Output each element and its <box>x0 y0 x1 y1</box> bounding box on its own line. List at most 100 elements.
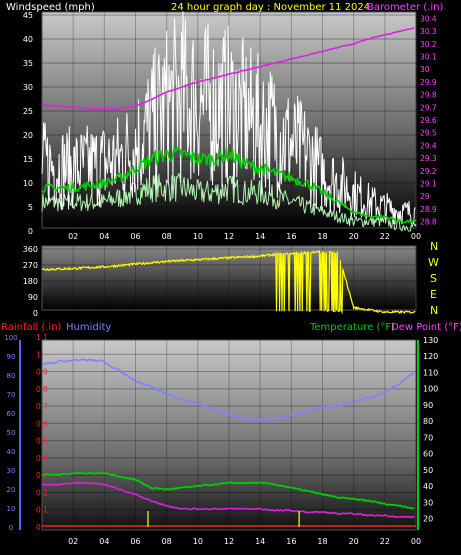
barometer-tick-label: 29.8 <box>420 91 437 100</box>
wind-x-tick-label: 22 <box>380 232 390 241</box>
humidity-x-tick-label: 06 <box>130 537 140 546</box>
compass-label-e: E <box>430 288 437 301</box>
wind-tick-label: 40 <box>23 35 33 44</box>
rain-tick-label: 0.9 <box>36 368 48 377</box>
barometer-tick-label: 29.9 <box>420 78 437 87</box>
temperature-tick-label: 20 <box>423 515 433 524</box>
rain-tick-label: 0.2 <box>36 488 48 497</box>
humidity-axis-title: Humidity <box>66 322 111 333</box>
wind-tick-label: 15 <box>23 155 33 164</box>
humidity-tick-label: 0 <box>9 524 13 532</box>
windspeed-axis-title: Windspeed (mph) <box>6 2 95 13</box>
compass-label-s: S <box>430 272 437 285</box>
humidity-x-tick-label: 16 <box>286 537 296 546</box>
temperature-tick-label: 90 <box>423 401 433 410</box>
wind-tick-label: 30 <box>23 83 33 92</box>
humidity-tick-label: 80 <box>7 372 16 380</box>
wind-x-tick-label: 14 <box>255 232 265 241</box>
direction-tick-label: 0 <box>33 309 38 318</box>
humidity-x-tick-label: 12 <box>224 537 234 546</box>
wind-tick-label: 35 <box>23 59 33 68</box>
weather-graph: 05101520253035404528.828.92929.129.229.3… <box>1 2 461 546</box>
temperature-tick-label: 130 <box>423 336 438 345</box>
barometer-tick-label: 29.5 <box>420 129 437 138</box>
temperature-tick-label: 60 <box>423 450 433 459</box>
barometer-tick-label: 29.6 <box>420 116 437 125</box>
wind-tick-label: 5 <box>28 203 33 212</box>
temperature-tick-label: 120 <box>423 352 438 361</box>
humidity-x-tick-label: 22 <box>380 537 390 546</box>
humidity-tick-label: 20 <box>7 486 16 494</box>
humidity-tick-label: 10 <box>7 505 16 513</box>
humidity-x-tick-label: 10 <box>193 537 203 546</box>
rain-tick-label: 0.8 <box>36 385 48 394</box>
direction-tick-label: 90 <box>28 293 38 302</box>
temperature-tick-label: 80 <box>423 417 433 426</box>
humidity-x-tick-label: 04 <box>99 537 109 546</box>
barometer-tick-label: 28.9 <box>420 205 437 214</box>
humidity-tick-label: 30 <box>7 467 16 475</box>
humidity-x-tick-label: 20 <box>349 537 359 546</box>
barometer-tick-label: 29.4 <box>420 141 437 150</box>
wind-x-tick-label: 20 <box>349 232 359 241</box>
humidity-tick-label: 60 <box>7 410 16 418</box>
rain-tick-label: 0.1 <box>36 506 48 515</box>
barometer-tick-label: 29 <box>420 192 430 201</box>
wind-x-tick-label: 08 <box>162 232 172 241</box>
wind-tick-label: 0 <box>28 227 33 236</box>
humidity-tick-label: 90 <box>7 353 16 361</box>
direction-tick-label: 270 <box>23 261 38 270</box>
humidity-x-tick-label: 18 <box>317 537 327 546</box>
rain-tick-label: 1.1 <box>36 333 48 342</box>
compass-label-n-bottom: N <box>430 304 438 317</box>
wind-x-tick-label: 12 <box>224 232 234 241</box>
temperature-tick-label: 50 <box>423 466 433 475</box>
temperature-tick-label: 30 <box>423 498 433 507</box>
direction-tick-label: 180 <box>23 277 38 286</box>
temperature-tick-label: 100 <box>423 385 438 394</box>
temperature-tick-label: 110 <box>423 368 438 377</box>
barometer-tick-label: 29.2 <box>420 167 437 176</box>
wind-x-tick-label: 16 <box>286 232 296 241</box>
humidity-tick-label: 70 <box>7 391 16 399</box>
humidity-tick-label: 50 <box>7 429 16 437</box>
humidity-x-tick-label: 14 <box>255 537 265 546</box>
barometer-tick-label: 30.1 <box>420 52 437 61</box>
wind-x-tick-label: 18 <box>317 232 327 241</box>
barometer-tick-label: 30.3 <box>420 27 437 36</box>
humidity-x-tick-label: 02 <box>68 537 78 546</box>
chart-title: 24 hour graph day : November 11 2024 <box>171 2 370 13</box>
barometer-tick-label: 30.4 <box>420 14 437 23</box>
humidity-tick-label: 40 <box>7 448 16 456</box>
wind-tick-label: 10 <box>23 179 33 188</box>
barometer-tick-label: 30.2 <box>420 40 437 49</box>
rain-tick-label: 0.6 <box>36 419 48 428</box>
rain-tick-label: 0.7 <box>36 402 48 411</box>
rain-tick-label: 0.4 <box>36 454 48 463</box>
rain-tick-label: 0.5 <box>36 437 48 446</box>
barometer-tick-label: 30 <box>420 65 430 74</box>
temperature-tick-label: 40 <box>423 482 433 491</box>
humidity-x-tick-label: 00 <box>411 537 421 546</box>
wind-x-tick-label: 04 <box>99 232 109 241</box>
humidity-x-tick-label: 08 <box>162 537 172 546</box>
wind-x-tick-label: 00 <box>411 232 421 241</box>
barometer-tick-label: 29.3 <box>420 154 437 163</box>
direction-tick-label: 360 <box>23 245 38 254</box>
dewpoint-axis-title: Dew Point (°F) <box>391 322 461 333</box>
temperature-tick-label: 70 <box>423 433 433 442</box>
barometer-axis-title: Barometer (.in) <box>367 2 443 13</box>
rainfall-axis-title: Rainfall (.in) <box>1 322 62 333</box>
temperature-axis-title: Temperature (°F) <box>309 322 395 333</box>
compass-label-n-top: N <box>430 240 438 253</box>
wind-tick-label: 20 <box>23 131 33 140</box>
barometer-tick-label: 29.7 <box>420 103 437 112</box>
wind-x-tick-label: 02 <box>68 232 78 241</box>
barometer-tick-label: 29.1 <box>420 180 437 189</box>
wind-x-tick-label: 06 <box>130 232 140 241</box>
humidity-tick-label: 100 <box>4 334 17 342</box>
barometer-tick-label: 28.8 <box>420 218 437 227</box>
wind-tick-label: 25 <box>23 107 33 116</box>
rain-tick-label: 1 <box>36 350 41 359</box>
rain-tick-label: 0 <box>36 523 41 532</box>
